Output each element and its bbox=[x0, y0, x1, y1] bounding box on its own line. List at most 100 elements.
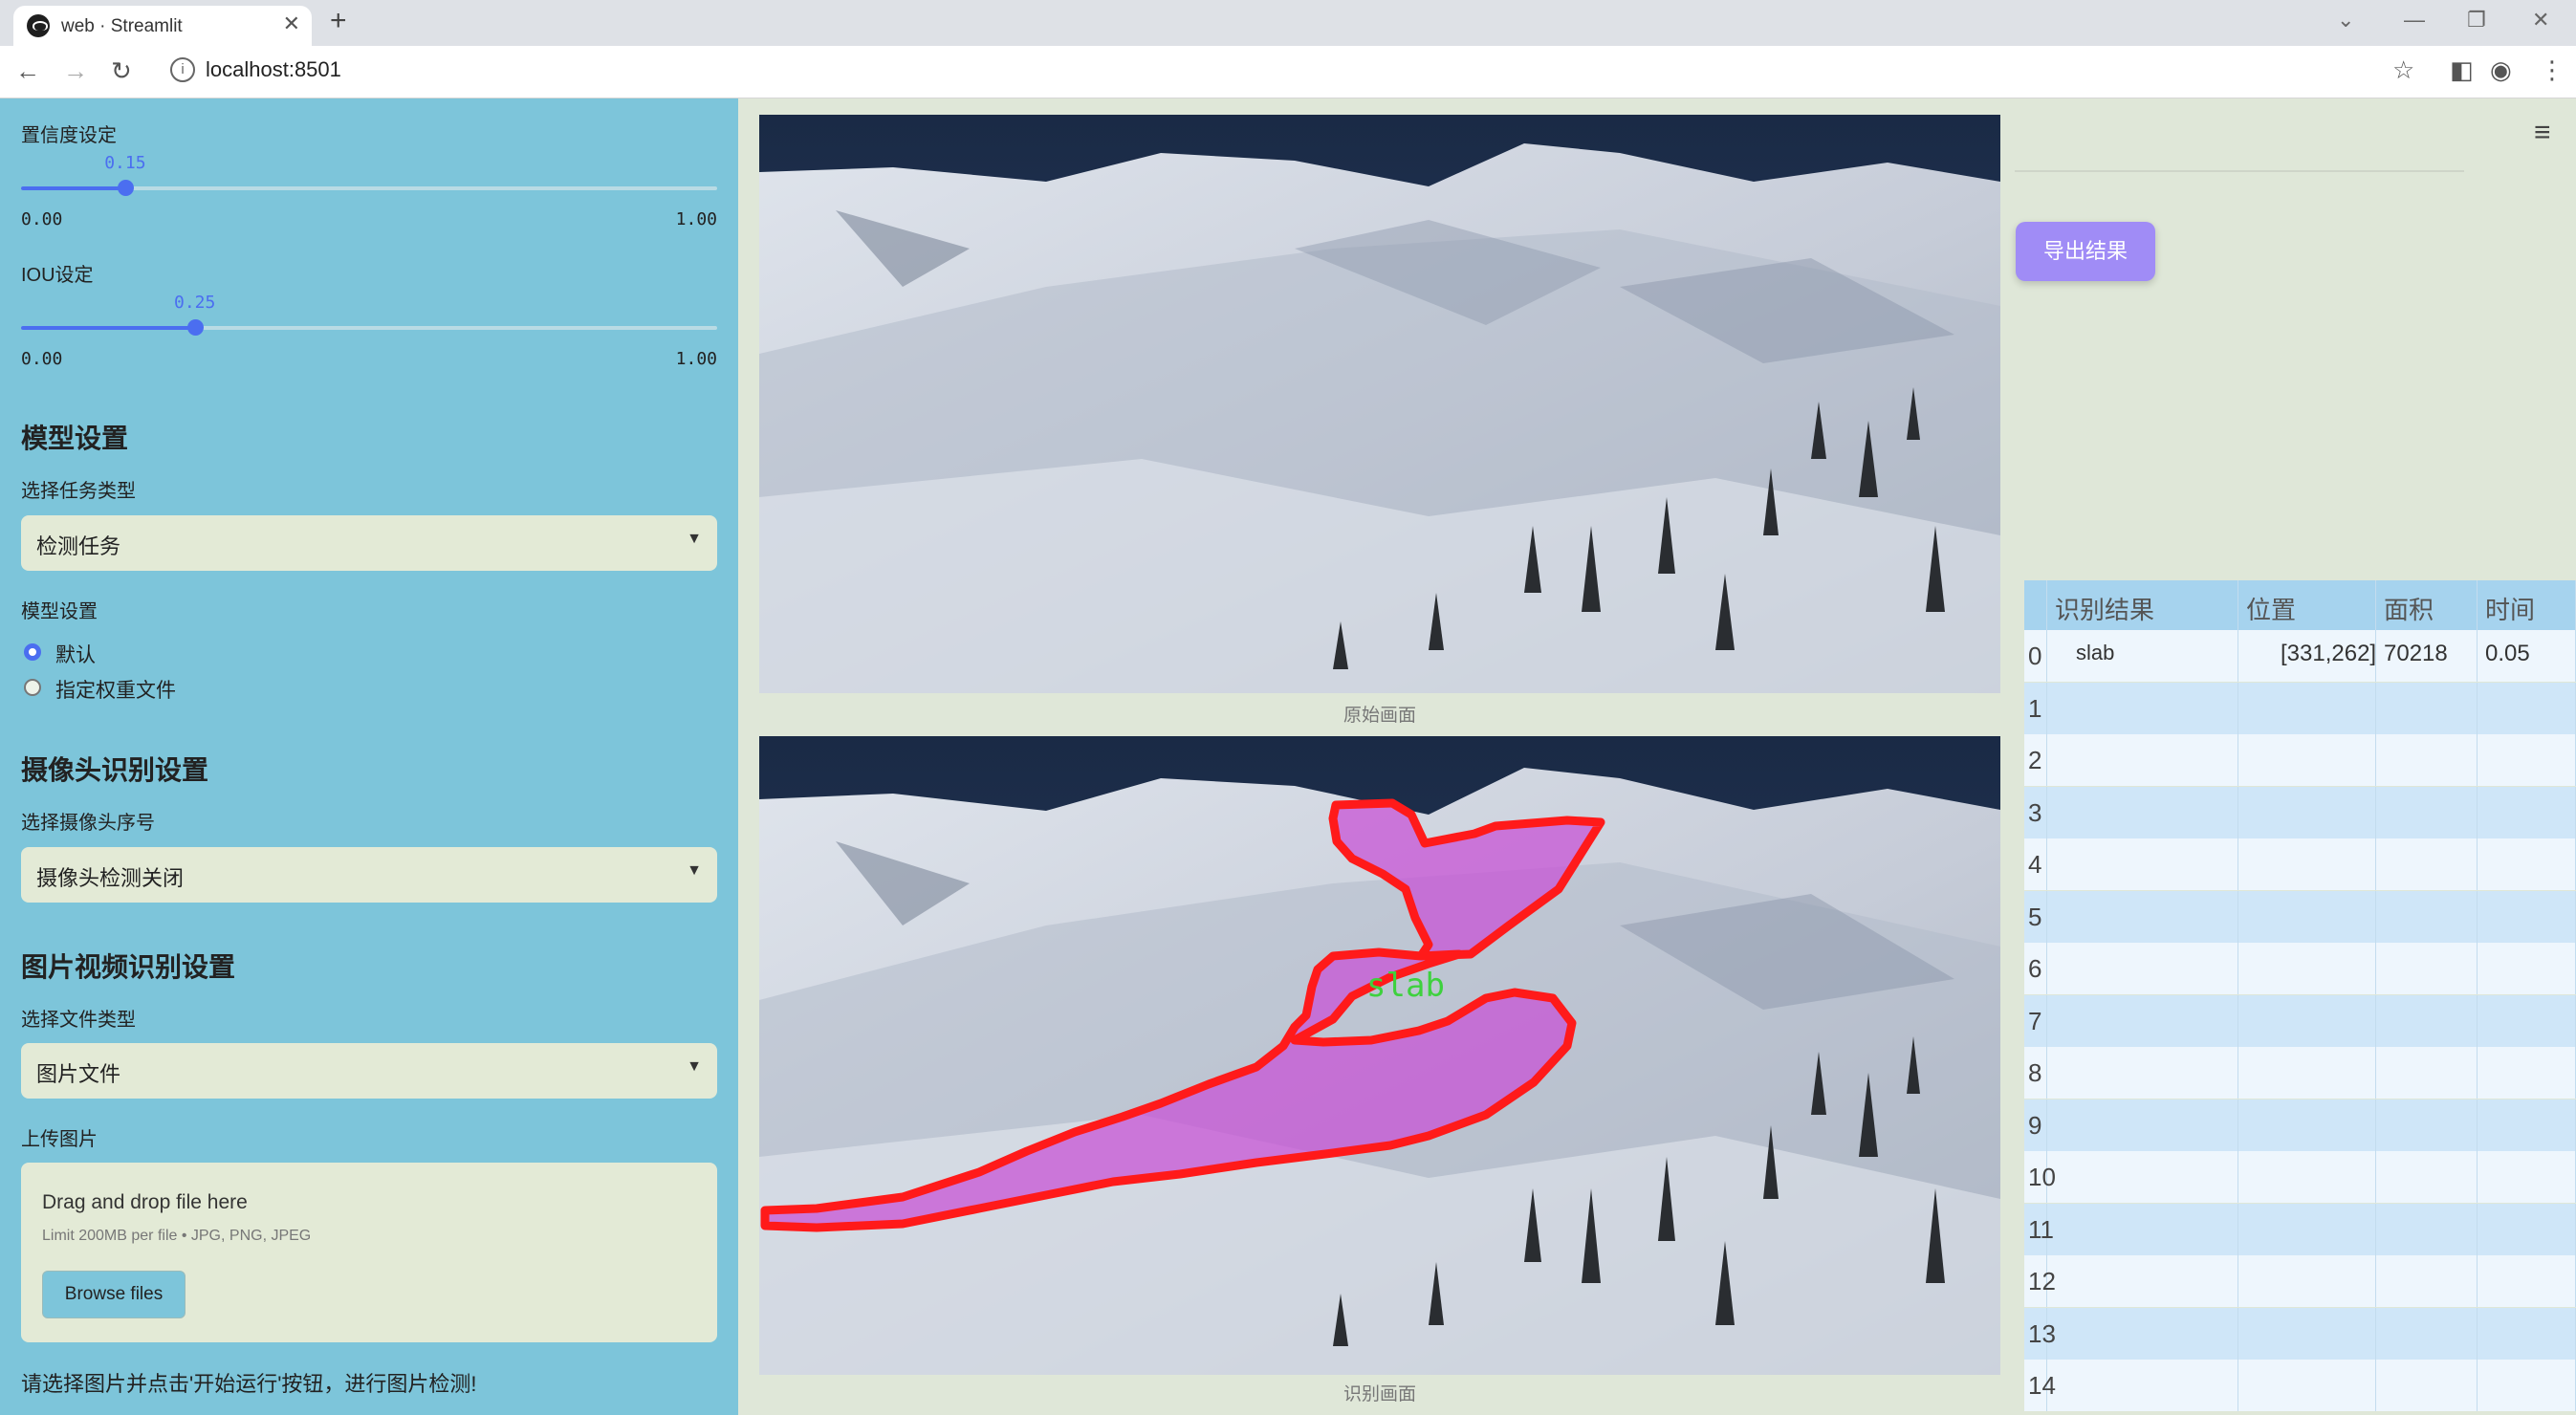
forward-icon[interactable]: → bbox=[63, 56, 88, 86]
table-cell[interactable] bbox=[2376, 1203, 2478, 1255]
table-cell[interactable] bbox=[2376, 786, 2478, 838]
side-panel-icon[interactable]: ◧ bbox=[2450, 55, 2474, 85]
table-cell[interactable] bbox=[2238, 682, 2376, 734]
table-cell[interactable] bbox=[2478, 1047, 2576, 1099]
table-cell[interactable] bbox=[2478, 1151, 2576, 1203]
table-cell[interactable] bbox=[2047, 1151, 2238, 1203]
table-cell[interactable] bbox=[2478, 786, 2576, 838]
table-cell[interactable] bbox=[2238, 943, 2376, 994]
radio-default-label[interactable]: 默认 bbox=[55, 640, 96, 668]
table-row[interactable]: 12 bbox=[2024, 1255, 2576, 1307]
table-cell[interactable] bbox=[2478, 1307, 2576, 1360]
back-icon[interactable]: ← bbox=[15, 56, 40, 86]
reload-icon[interactable]: ↻ bbox=[111, 56, 132, 86]
table-row[interactable]: 14 bbox=[2024, 1360, 2576, 1411]
table-row[interactable]: 5 bbox=[2024, 890, 2576, 943]
table-cell[interactable] bbox=[2376, 994, 2478, 1047]
table-row[interactable]: 9 bbox=[2024, 1099, 2576, 1151]
table-cell[interactable] bbox=[2047, 1307, 2238, 1360]
table-cell[interactable] bbox=[2047, 943, 2238, 994]
table-cell[interactable] bbox=[2478, 734, 2576, 786]
table-header-cell[interactable]: 位置 bbox=[2238, 580, 2376, 630]
minimize-icon[interactable]: — bbox=[2404, 8, 2425, 33]
bookmark-star-icon[interactable]: ☆ bbox=[2392, 55, 2414, 85]
table-cell[interactable] bbox=[2376, 734, 2478, 786]
table-cell[interactable]: 70218 bbox=[2376, 630, 2478, 682]
confidence-slider-thumb[interactable] bbox=[118, 180, 135, 196]
file-dropzone[interactable]: Drag and drop file here Limit 200MB per … bbox=[21, 1163, 717, 1342]
table-cell[interactable] bbox=[2238, 1203, 2376, 1255]
browser-tab[interactable]: web · Streamlit ✕ bbox=[13, 6, 312, 46]
table-cell[interactable] bbox=[2047, 1255, 2238, 1307]
table-cell[interactable] bbox=[2478, 1203, 2576, 1255]
table-row[interactable]: 13 bbox=[2024, 1307, 2576, 1360]
table-cell[interactable] bbox=[2238, 1360, 2376, 1411]
export-results-button[interactable]: 导出结果 bbox=[2016, 222, 2155, 281]
table-row[interactable]: 3 bbox=[2024, 786, 2576, 838]
table-header-cell[interactable]: 识别结果 bbox=[2047, 580, 2238, 630]
new-tab-icon[interactable]: + bbox=[330, 5, 347, 37]
table-cell[interactable] bbox=[2047, 734, 2238, 786]
table-cell[interactable] bbox=[2047, 1360, 2238, 1411]
table-cell[interactable] bbox=[2478, 890, 2576, 943]
table-header-cell[interactable]: 面积 bbox=[2376, 580, 2478, 630]
table-row[interactable]: 11 bbox=[2024, 1203, 2576, 1255]
table-row[interactable]: 2 bbox=[2024, 734, 2576, 786]
table-cell[interactable] bbox=[2047, 838, 2238, 890]
table-cell[interactable] bbox=[2047, 1099, 2238, 1151]
table-cell[interactable] bbox=[2376, 1151, 2478, 1203]
camera-index-select[interactable]: 摄像头检测关闭 ▼ bbox=[21, 847, 717, 903]
table-cell[interactable] bbox=[2047, 890, 2238, 943]
confidence-slider[interactable]: 0.15 0.00 1.00 bbox=[21, 153, 717, 229]
table-cell[interactable] bbox=[2376, 838, 2478, 890]
url-field[interactable]: localhost:8501 bbox=[206, 57, 341, 82]
table-cell[interactable] bbox=[2238, 1307, 2376, 1360]
table-cell[interactable] bbox=[2376, 1360, 2478, 1411]
table-cell[interactable] bbox=[2478, 943, 2576, 994]
table-cell[interactable] bbox=[2238, 1151, 2376, 1203]
table-cell[interactable] bbox=[2238, 994, 2376, 1047]
window-close-icon[interactable]: ✕ bbox=[2532, 8, 2549, 33]
table-cell[interactable] bbox=[2478, 994, 2576, 1047]
table-cell[interactable] bbox=[2238, 734, 2376, 786]
table-cell[interactable]: slab bbox=[2047, 630, 2238, 682]
table-cell[interactable] bbox=[2376, 1255, 2478, 1307]
radio-custom-weights[interactable] bbox=[24, 679, 41, 696]
table-cell[interactable] bbox=[2478, 838, 2576, 890]
browser-menu-icon[interactable]: ⋮ bbox=[2540, 55, 2565, 85]
table-row[interactable]: 10 bbox=[2024, 1151, 2576, 1203]
restore-icon[interactable]: ❐ bbox=[2467, 8, 2486, 33]
table-cell[interactable] bbox=[2238, 1255, 2376, 1307]
browse-files-button[interactable]: Browse files bbox=[42, 1271, 186, 1318]
tab-close-icon[interactable]: ✕ bbox=[283, 11, 300, 36]
table-row[interactable]: 1 bbox=[2024, 682, 2576, 734]
table-cell[interactable] bbox=[2047, 786, 2238, 838]
table-row[interactable]: 8 bbox=[2024, 1047, 2576, 1099]
table-cell[interactable] bbox=[2047, 1203, 2238, 1255]
table-cell[interactable] bbox=[2376, 890, 2478, 943]
iou-slider[interactable]: 0.25 0.00 1.00 bbox=[21, 293, 717, 369]
profile-avatar-icon[interactable]: ◉ bbox=[2490, 55, 2512, 85]
table-cell[interactable] bbox=[2376, 1047, 2478, 1099]
table-cell[interactable]: 0.05 bbox=[2478, 630, 2576, 682]
site-info-icon[interactable]: i bbox=[170, 57, 195, 82]
table-cell[interactable] bbox=[2238, 1047, 2376, 1099]
table-cell[interactable] bbox=[2478, 682, 2576, 734]
table-cell[interactable] bbox=[2478, 1360, 2576, 1411]
iou-slider-thumb[interactable] bbox=[187, 319, 204, 336]
radio-custom-weights-label[interactable]: 指定权重文件 bbox=[55, 675, 176, 704]
hamburger-menu-icon[interactable]: ≡ bbox=[2534, 117, 2551, 149]
file-type-select[interactable]: 图片文件 ▼ bbox=[21, 1043, 717, 1099]
table-cell[interactable] bbox=[2047, 994, 2238, 1047]
task-type-select[interactable]: 检测任务 ▼ bbox=[21, 515, 717, 571]
table-cell[interactable] bbox=[2376, 1307, 2478, 1360]
radio-default[interactable] bbox=[24, 643, 41, 661]
tab-search-chevron-icon[interactable]: ⌄ bbox=[2337, 8, 2354, 33]
table-cell[interactable] bbox=[2238, 838, 2376, 890]
table-cell[interactable] bbox=[2478, 1255, 2576, 1307]
table-cell[interactable] bbox=[2047, 682, 2238, 734]
table-cell[interactable] bbox=[2376, 682, 2478, 734]
table-row[interactable]: 4 bbox=[2024, 838, 2576, 890]
table-cell[interactable] bbox=[2047, 1047, 2238, 1099]
results-table[interactable]: 识别结果 位置 面积 时间 0 slab [331,262] 70218 0.05 1 2 3 4 5 6 7… bbox=[2024, 580, 2576, 1415]
